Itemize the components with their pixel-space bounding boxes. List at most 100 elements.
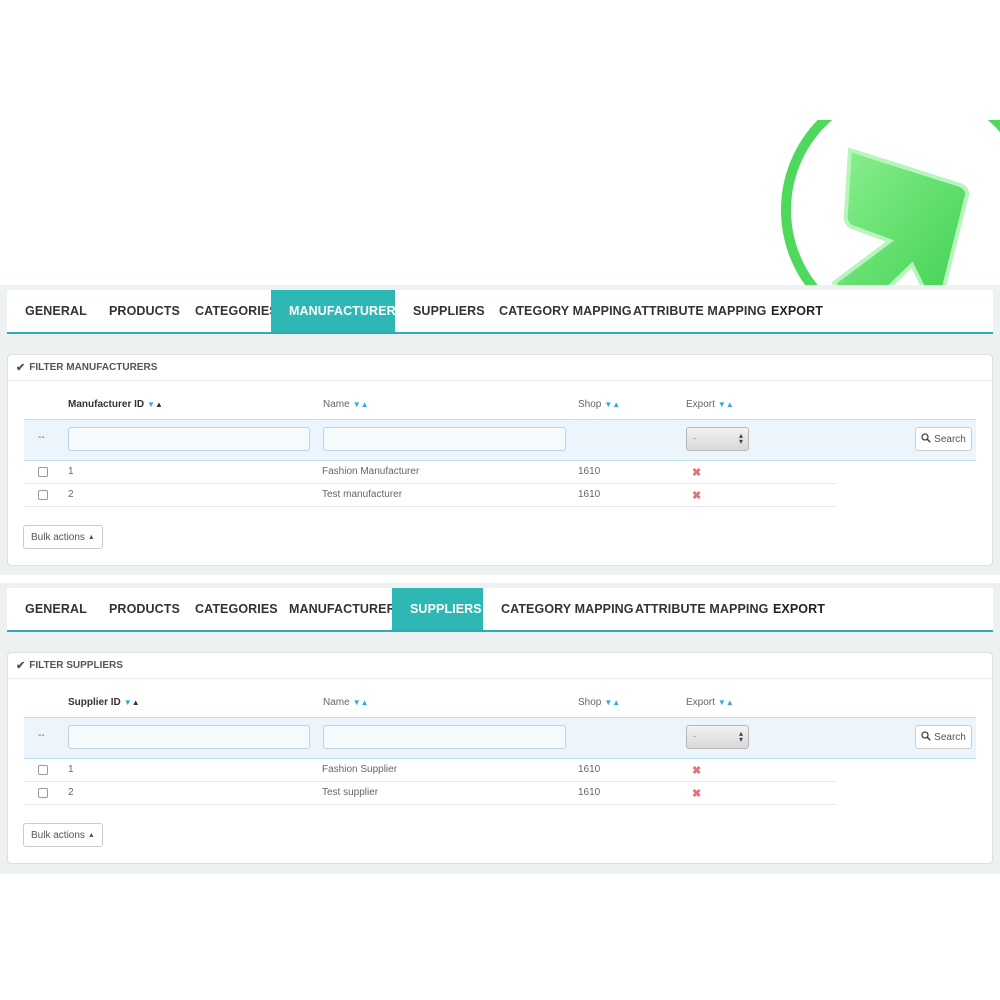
- table-header: Supplier ID ▼▲ Name ▼▲ Shop ▼▲ Export ▼▲: [8, 697, 992, 713]
- filter-panel: ✔ FILTER SUPPLIERS Supplier ID ▼▲ Name ▼▲ …: [7, 652, 993, 864]
- column-label: Name: [323, 399, 350, 410]
- tab-products[interactable]: PRODUCTS: [91, 588, 180, 630]
- sort-down-icon[interactable]: ▼: [353, 400, 361, 409]
- tab-export[interactable]: EXPORT: [753, 290, 823, 332]
- panel-title: FILTER MANUFACTURERS: [29, 362, 158, 373]
- tab-category-mapping[interactable]: CATEGORY MAPPING: [483, 588, 634, 630]
- panel-header: ✔ FILTER MANUFACTURERS: [8, 355, 992, 381]
- table-header: Manufacturer ID ▼▲ Name ▼▲ Shop ▼▲ Export ▼▲: [8, 399, 992, 415]
- name-filter-input[interactable]: [323, 427, 566, 451]
- screenshot-stage: GENERAL PRODUCTS CATEGORIES MANUFACTURER…: [0, 0, 1000, 1000]
- row-checkbox[interactable]: [38, 788, 48, 798]
- bulk-actions-button[interactable]: Bulk actions ▲: [23, 823, 103, 847]
- column-label: Export: [686, 399, 715, 410]
- cross-icon: ✖: [692, 467, 702, 479]
- search-label: Search: [934, 433, 966, 445]
- sort-up-icon[interactable]: ▲: [361, 400, 369, 409]
- cell-shop: 1610: [578, 466, 601, 477]
- column-label: Manufacturer ID: [68, 399, 145, 410]
- row-checkbox[interactable]: [38, 467, 48, 477]
- select-arrows-icon: ▴ ▾: [738, 729, 743, 744]
- select-value: -: [693, 433, 696, 443]
- panel-header: ✔ FILTER SUPPLIERS: [8, 653, 992, 679]
- panel-title: FILTER SUPPLIERS: [29, 660, 123, 671]
- table-row: 2 Test manufacturer 1610 ✖: [24, 484, 836, 507]
- column-label: Export: [686, 697, 715, 708]
- tab-general[interactable]: GENERAL: [7, 290, 91, 332]
- sort-up-icon[interactable]: ▲: [726, 698, 734, 707]
- row-checkbox[interactable]: [38, 490, 48, 500]
- tab-categories[interactable]: CATEGORIES: [177, 588, 278, 630]
- search-label: Search: [934, 731, 966, 743]
- bulk-actions-label: Bulk actions: [31, 829, 85, 841]
- manufacturers-section: GENERAL PRODUCTS CATEGORIES MANUFACTURER…: [0, 285, 1000, 575]
- cell-id: 2: [68, 787, 74, 798]
- column-header-id[interactable]: Manufacturer ID ▼▲: [68, 399, 163, 410]
- row-checkbox[interactable]: [38, 765, 48, 775]
- tab-bar: GENERAL PRODUCTS CATEGORIES MANUFACTURER…: [7, 588, 993, 632]
- table-row: 2 Test supplier 1610 ✖: [24, 782, 836, 805]
- search-button[interactable]: Search: [915, 725, 972, 749]
- id-filter-input[interactable]: [68, 427, 310, 451]
- column-header-shop[interactable]: Shop ▼▲: [578, 697, 620, 708]
- bulk-actions-label: Bulk actions: [31, 531, 85, 543]
- cell-shop: 1610: [578, 787, 601, 798]
- tab-suppliers[interactable]: SUPPLIERS: [395, 290, 485, 332]
- table-row: 1 Fashion Manufacturer 1610 ✖: [24, 461, 836, 484]
- tab-categories[interactable]: CATEGORIES: [177, 290, 278, 332]
- tab-export[interactable]: EXPORT: [755, 588, 825, 630]
- tab-attribute-mapping[interactable]: ATTRIBUTE MAPPING: [617, 588, 768, 630]
- column-header-shop[interactable]: Shop ▼▲: [578, 399, 620, 410]
- cell-name: Test manufacturer: [322, 489, 403, 500]
- sort-down-icon[interactable]: ▼: [124, 698, 132, 707]
- id-filter-input[interactable]: [68, 725, 310, 749]
- name-filter-input[interactable]: [323, 725, 566, 749]
- sort-down-icon[interactable]: ▼: [147, 400, 155, 409]
- cell-name: Test supplier: [322, 787, 379, 798]
- tab-general[interactable]: GENERAL: [7, 588, 91, 630]
- column-header-name[interactable]: Name ▼▲: [323, 697, 369, 708]
- green-arrow-logo-icon: [760, 120, 1000, 285]
- table-row: 1 Fashion Supplier 1610 ✖: [24, 759, 836, 782]
- search-icon: [921, 730, 931, 744]
- sort-up-icon[interactable]: ▲: [612, 698, 620, 707]
- column-header-export[interactable]: Export ▼▲: [686, 399, 734, 410]
- tab-manufacturers[interactable]: MANUFACTURERS: [271, 290, 404, 332]
- sort-up-icon[interactable]: ▲: [132, 698, 140, 707]
- column-label: Shop: [578, 399, 602, 410]
- tab-attribute-mapping[interactable]: ATTRIBUTE MAPPING: [615, 290, 766, 332]
- filter-placeholder: --: [38, 432, 45, 443]
- bulk-actions-button[interactable]: Bulk actions ▲: [23, 525, 103, 549]
- sort-down-icon[interactable]: ▼: [353, 698, 361, 707]
- tab-bar: GENERAL PRODUCTS CATEGORIES MANUFACTURER…: [7, 290, 993, 334]
- suppliers-section: GENERAL PRODUCTS CATEGORIES MANUFACTURER…: [0, 583, 1000, 874]
- export-filter-select[interactable]: - ▴ ▾: [686, 427, 749, 451]
- cross-icon: ✖: [692, 788, 702, 800]
- column-header-id[interactable]: Supplier ID ▼▲: [68, 697, 140, 708]
- tab-category-mapping[interactable]: CATEGORY MAPPING: [481, 290, 632, 332]
- cell-shop: 1610: [578, 489, 601, 500]
- column-header-export[interactable]: Export ▼▲: [686, 697, 734, 708]
- sort-up-icon[interactable]: ▲: [612, 400, 620, 409]
- column-label: Name: [323, 697, 350, 708]
- sort-down-icon[interactable]: ▼: [718, 400, 726, 409]
- export-filter-select[interactable]: - ▴ ▾: [686, 725, 749, 749]
- cell-name: Fashion Manufacturer: [322, 466, 420, 477]
- sort-down-icon[interactable]: ▼: [718, 698, 726, 707]
- search-button[interactable]: Search: [915, 427, 972, 451]
- tab-suppliers[interactable]: SUPPLIERS: [392, 588, 483, 630]
- sort-up-icon[interactable]: ▲: [361, 698, 369, 707]
- check-icon: ✔: [16, 362, 26, 374]
- tab-products[interactable]: PRODUCTS: [91, 290, 180, 332]
- cell-name: Fashion Supplier: [322, 764, 398, 775]
- sort-up-icon[interactable]: ▲: [726, 400, 734, 409]
- column-header-name[interactable]: Name ▼▲: [323, 399, 369, 410]
- sort-up-icon[interactable]: ▲: [155, 400, 163, 409]
- cell-id: 1: [68, 466, 74, 477]
- column-label: Shop: [578, 697, 602, 708]
- tab-manufacturers[interactable]: MANUFACTURERS: [271, 588, 404, 630]
- filter-panel: ✔ FILTER MANUFACTURERS Manufacturer ID ▼▲…: [7, 354, 993, 566]
- search-icon: [921, 432, 931, 446]
- filter-row: -- - ▴ ▾ Search: [24, 419, 976, 461]
- check-icon: ✔: [16, 660, 26, 672]
